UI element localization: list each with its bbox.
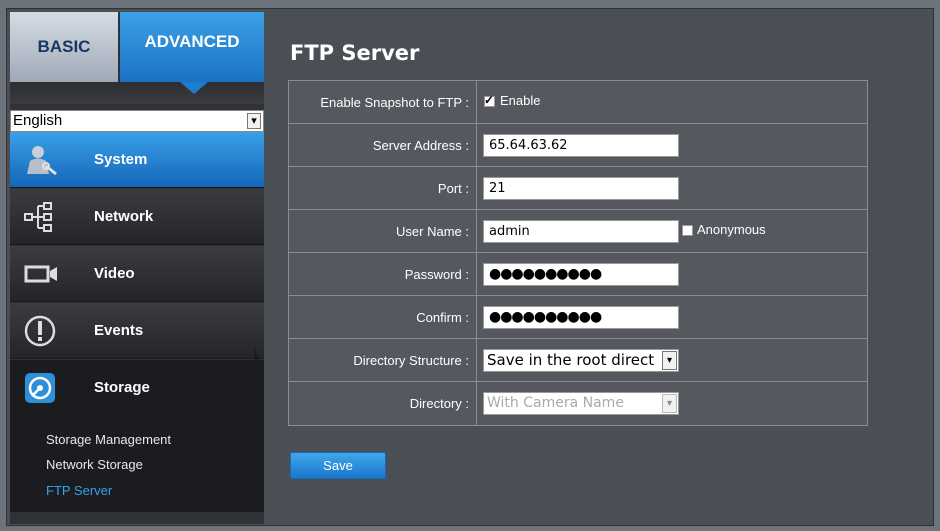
sidebar-item-network-label: Network [94,208,154,225]
submenu-network-storage[interactable]: Network Storage [46,457,143,472]
submenu-ftp-server[interactable]: FTP Server [46,483,112,498]
sidebar-item-storage-label: Storage [94,379,150,396]
submenu-storage-management[interactable]: Storage Management [46,432,171,447]
port-label: Port : [289,167,477,209]
tab-advanced[interactable]: ADVANCED [120,12,264,82]
sidebar-bottom [10,512,264,524]
directory-structure-select[interactable]: Save in the root direct ▾ [483,349,679,372]
user-name-input[interactable]: admin [483,220,679,243]
system-icon [27,146,57,176]
tab-advanced-label: ADVANCED [144,32,240,51]
row-password: Password : ●●●●●●●●●● [289,253,867,296]
password-input[interactable]: ●●●●●●●●●● [483,263,679,286]
row-server-address: Server Address : 65.64.63.62 [289,124,867,167]
anonymous-label: Anonymous [697,222,766,237]
storage-pointer [254,346,264,406]
row-enable-snapshot: Enable Snapshot to FTP : Enable [289,81,867,124]
sidebar-item-system-label: System [94,151,148,168]
language-value: English [13,112,63,129]
server-address-label: Server Address : [289,124,477,166]
ftp-settings-form: Enable Snapshot to FTP : Enable Server A… [288,80,868,426]
sidebar-item-video[interactable]: Video [10,246,264,302]
tab-pointer [180,82,208,94]
password-label: Password : [289,253,477,295]
directory-value: With Camera Name [487,395,624,411]
network-icon [24,202,52,232]
tab-basic[interactable]: BASIC [10,12,118,82]
chevron-down-icon[interactable]: ▾ [662,351,677,370]
confirm-label: Confirm : [289,296,477,338]
events-icon [24,315,56,347]
sidebar-item-storage[interactable]: Storage [10,360,264,420]
directory-structure-value: Save in the root direct [487,351,655,369]
sidebar-item-events[interactable]: Events [10,303,264,359]
directory-structure-label: Directory Structure : [289,339,477,381]
chevron-down-icon[interactable]: ▾ [247,113,261,129]
video-icon [24,265,57,283]
directory-label: Directory : [289,382,477,425]
sidebar: BASIC ADVANCED English ▾ System Network [10,12,264,524]
row-user-name: User Name : admin Anonymous [289,210,867,253]
page-title: FTP Server [290,41,420,65]
confirm-input[interactable]: ●●●●●●●●●● [483,306,679,329]
enable-snapshot-checkbox[interactable] [484,93,495,107]
enable-snapshot-label: Enable Snapshot to FTP : [289,81,477,123]
port-input[interactable]: 21 [483,177,679,200]
storage-submenu: Storage Management Network Storage FTP S… [10,420,264,512]
storage-icon [25,373,55,403]
row-port: Port : 21 [289,167,867,210]
sidebar-item-network[interactable]: Network [10,189,264,245]
user-name-label: User Name : [289,210,477,252]
save-button[interactable]: Save [290,452,386,479]
anonymous-checkbox[interactable] [682,225,693,236]
tab-strip [10,82,264,104]
mode-tabs: BASIC ADVANCED [10,12,264,104]
sidebar-item-system[interactable]: System [10,132,264,188]
enable-checkbox-label: Enable [500,93,541,108]
language-select[interactable]: English ▾ [10,110,264,132]
directory-select[interactable]: With Camera Name ▾ [483,392,679,415]
sidebar-item-video-label: Video [94,265,135,282]
sidebar-item-events-label: Events [94,322,144,339]
row-confirm: Confirm : ●●●●●●●●●● [289,296,867,339]
chevron-down-icon[interactable]: ▾ [662,394,677,413]
tab-basic-label: BASIC [37,37,91,56]
row-directory-structure: Directory Structure : Save in the root d… [289,339,867,382]
server-address-input[interactable]: 65.64.63.62 [483,134,679,157]
row-directory: Directory : With Camera Name ▾ [289,382,867,425]
